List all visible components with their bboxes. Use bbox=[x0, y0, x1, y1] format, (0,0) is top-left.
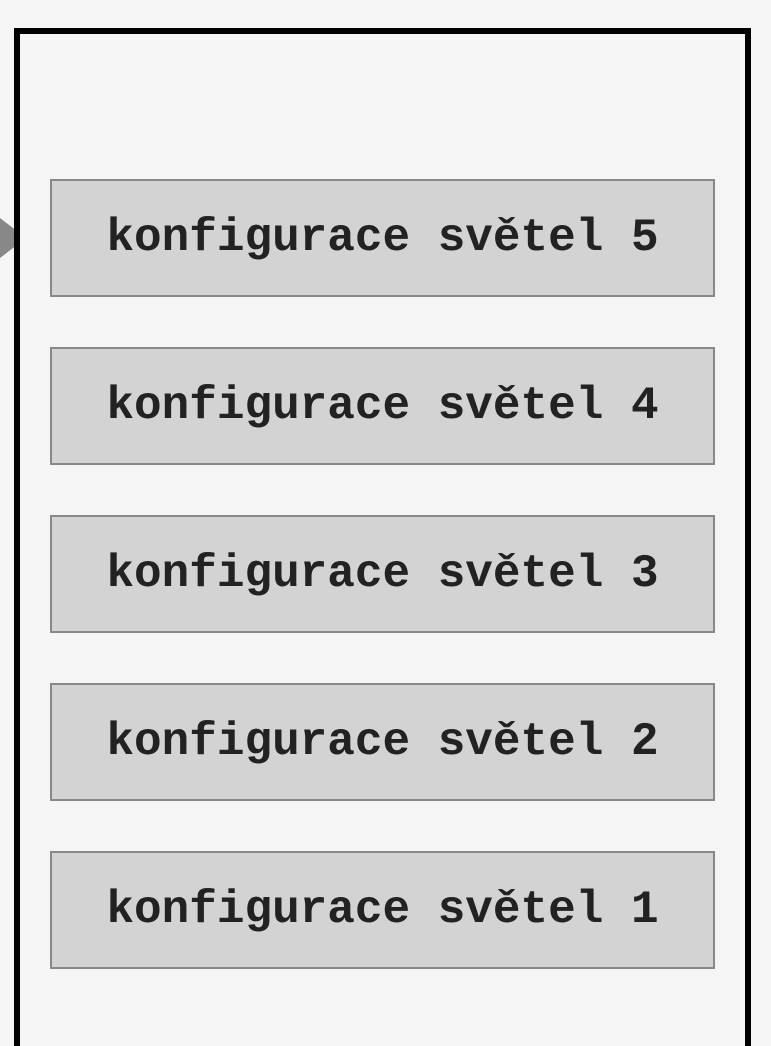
menu-item-config-5[interactable]: konfigurace světel 5 bbox=[50, 179, 715, 297]
menu-item-config-2[interactable]: konfigurace světel 2 bbox=[50, 683, 715, 801]
menu-item-config-1[interactable]: konfigurace světel 1 bbox=[50, 851, 715, 969]
menu-frame: konfigurace světel 5 konfigurace světel … bbox=[14, 28, 751, 1046]
menu-item-config-3[interactable]: konfigurace světel 3 bbox=[50, 515, 715, 633]
menu-item-config-4[interactable]: konfigurace světel 4 bbox=[50, 347, 715, 465]
menu-list: konfigurace světel 5 konfigurace světel … bbox=[50, 179, 715, 969]
